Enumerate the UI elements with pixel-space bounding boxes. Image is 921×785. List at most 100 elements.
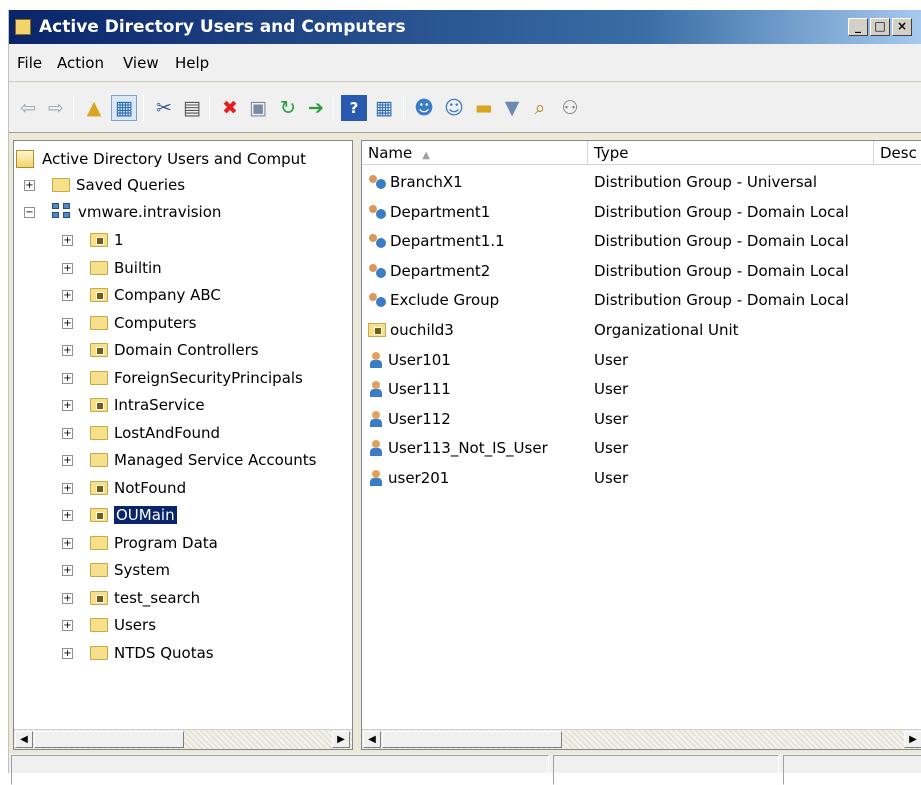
- find-icon[interactable]: ⌕: [527, 95, 553, 121]
- list-item[interactable]: Department1.1 Distribution Group - Domain…: [362, 228, 921, 257]
- expand-icon[interactable]: +: [62, 537, 73, 549]
- tree-item[interactable]: + IntraService: [62, 394, 205, 416]
- forward-icon[interactable]: ⇨: [43, 95, 69, 121]
- list-horizontal-scrollbar[interactable]: ◀ ▶: [362, 729, 921, 749]
- folder-icon: [90, 645, 108, 660]
- add-to-group-icon[interactable]: ⚇: [557, 95, 583, 121]
- tree-item[interactable]: + test_search: [62, 587, 200, 609]
- menu-help[interactable]: Help: [175, 54, 209, 72]
- list-item[interactable]: User112 User: [362, 406, 921, 435]
- expand-icon[interactable]: +: [62, 565, 73, 576]
- help-icon[interactable]: ?: [341, 95, 367, 121]
- tree-item-domain[interactable]: − vmware.intravision: [24, 201, 221, 223]
- menu-action[interactable]: Action: [57, 54, 104, 72]
- expand-icon[interactable]: +: [62, 427, 73, 439]
- expand-icon[interactable]: +: [62, 372, 73, 384]
- tree-item[interactable]: + Domain Controllers: [62, 339, 259, 361]
- list-item[interactable]: Department1 Distribution Group - Domain L…: [362, 199, 921, 228]
- group-icon: [368, 291, 388, 309]
- list-item[interactable]: User111 User: [362, 376, 921, 405]
- tree-item-label: IntraService: [114, 396, 205, 414]
- list-item-name: User112: [388, 409, 451, 428]
- expand-icon[interactable]: +: [62, 455, 73, 466]
- group-icon: [368, 203, 388, 221]
- tree-item-label: Program Data: [114, 533, 218, 552]
- tree-item[interactable]: + Managed Service Accounts: [62, 449, 316, 471]
- expand-icon[interactable]: +: [62, 592, 73, 604]
- scroll-left-icon[interactable]: ◀: [363, 731, 381, 748]
- tree-root[interactable]: Active Directory Users and Comput: [16, 148, 306, 170]
- expand-icon[interactable]: +: [62, 290, 73, 301]
- list-item[interactable]: Department2 Distribution Group - Domain L…: [362, 258, 921, 287]
- tree-item[interactable]: + Users: [62, 614, 156, 636]
- tree-item[interactable]: + NTDS Quotas: [62, 642, 214, 664]
- tree-item-label: System: [114, 561, 170, 579]
- tree-item[interactable]: + Company ABC: [62, 284, 221, 306]
- list-item[interactable]: BranchX1 Distribution Group - Universal: [362, 169, 921, 198]
- menu-file[interactable]: File: [17, 54, 42, 72]
- tree-item[interactable]: + ForeignSecurityPrincipals: [62, 367, 303, 389]
- expand-icon[interactable]: +: [24, 180, 35, 191]
- user-icon: [368, 439, 384, 457]
- minimize-button[interactable]: _: [848, 18, 868, 36]
- user-icon: [368, 410, 384, 428]
- column-header-description[interactable]: Desc: [874, 141, 921, 165]
- list-pane[interactable]: Name ▲ Type Desc BranchX1 Distribution Gro…: [361, 140, 921, 750]
- new-user-icon[interactable]: ☻: [411, 95, 437, 121]
- list-item[interactable]: ouchild3 Organizational Unit: [362, 317, 921, 346]
- close-button[interactable]: ×: [892, 18, 912, 36]
- collapse-icon[interactable]: −: [24, 207, 35, 218]
- tree-item[interactable]: + Builtin: [62, 257, 162, 279]
- tree-item[interactable]: + System: [62, 559, 170, 581]
- list-item[interactable]: Exclude Group Distribution Group - Domain…: [362, 287, 921, 316]
- new-group-icon[interactable]: ☺: [441, 95, 467, 121]
- new-ou-icon[interactable]: ▬: [471, 95, 497, 121]
- show-tree-icon[interactable]: ▦: [111, 95, 137, 121]
- tree-item[interactable]: + Program Data: [62, 532, 218, 554]
- expand-icon[interactable]: +: [62, 262, 73, 274]
- tree-item-label: Domain Controllers: [114, 341, 259, 359]
- menu-view[interactable]: View: [123, 54, 159, 72]
- scroll-right-icon[interactable]: ▶: [904, 731, 921, 748]
- cut-icon[interactable]: ✂: [151, 95, 177, 121]
- paste-icon[interactable]: ▤: [179, 95, 205, 121]
- maximize-button[interactable]: □: [870, 18, 890, 36]
- expand-icon[interactable]: +: [62, 235, 73, 246]
- title-bar[interactable]: Active Directory Users and Computers _ □…: [9, 10, 921, 44]
- properties-icon[interactable]: ▣: [245, 95, 271, 121]
- tree-horizontal-scrollbar[interactable]: ◀ ▶: [14, 729, 352, 749]
- refresh-icon[interactable]: ↻: [275, 95, 301, 121]
- expand-icon[interactable]: +: [62, 317, 73, 329]
- tree-item-saved-queries[interactable]: + Saved Queries: [24, 174, 185, 196]
- tree-item[interactable]: + LostAndFound: [62, 422, 220, 444]
- expand-icon[interactable]: +: [62, 345, 73, 356]
- list-item[interactable]: User113_Not_IS_User User: [362, 435, 921, 464]
- up-folder-icon[interactable]: ▲: [81, 95, 107, 121]
- tree-item[interactable]: + OUMain: [62, 504, 177, 526]
- tree-item[interactable]: + NotFound: [62, 477, 186, 499]
- expand-icon[interactable]: +: [62, 400, 73, 411]
- tree-item-label: vmware.intravision: [78, 203, 222, 221]
- console-icon: [16, 150, 34, 168]
- tree-root-label: Active Directory Users and Comput: [42, 150, 307, 168]
- scroll-thumb[interactable]: [34, 731, 184, 748]
- expand-icon[interactable]: +: [62, 620, 73, 631]
- export-icon[interactable]: ➔: [303, 95, 329, 121]
- back-icon[interactable]: ⇦: [15, 95, 41, 121]
- tree-pane[interactable]: Active Directory Users and Comput + Save…: [13, 140, 353, 750]
- scroll-left-icon[interactable]: ◀: [15, 731, 33, 748]
- expand-icon[interactable]: +: [62, 482, 73, 494]
- scroll-thumb[interactable]: [382, 731, 562, 748]
- expand-icon[interactable]: +: [62, 647, 73, 659]
- column-header-name[interactable]: Name ▲: [362, 141, 588, 165]
- tree-item[interactable]: +1: [62, 229, 124, 251]
- list-item[interactable]: User101 User: [362, 347, 921, 376]
- expand-icon[interactable]: +: [62, 510, 73, 521]
- scroll-right-icon[interactable]: ▶: [332, 731, 350, 748]
- column-header-type[interactable]: Type: [588, 141, 874, 165]
- list-item[interactable]: user201 User: [362, 465, 921, 494]
- console-icon[interactable]: ▦: [371, 95, 397, 121]
- delete-icon[interactable]: ✖: [217, 95, 243, 121]
- tree-item[interactable]: + Computers: [62, 312, 196, 334]
- filter-icon[interactable]: ▼: [499, 95, 525, 121]
